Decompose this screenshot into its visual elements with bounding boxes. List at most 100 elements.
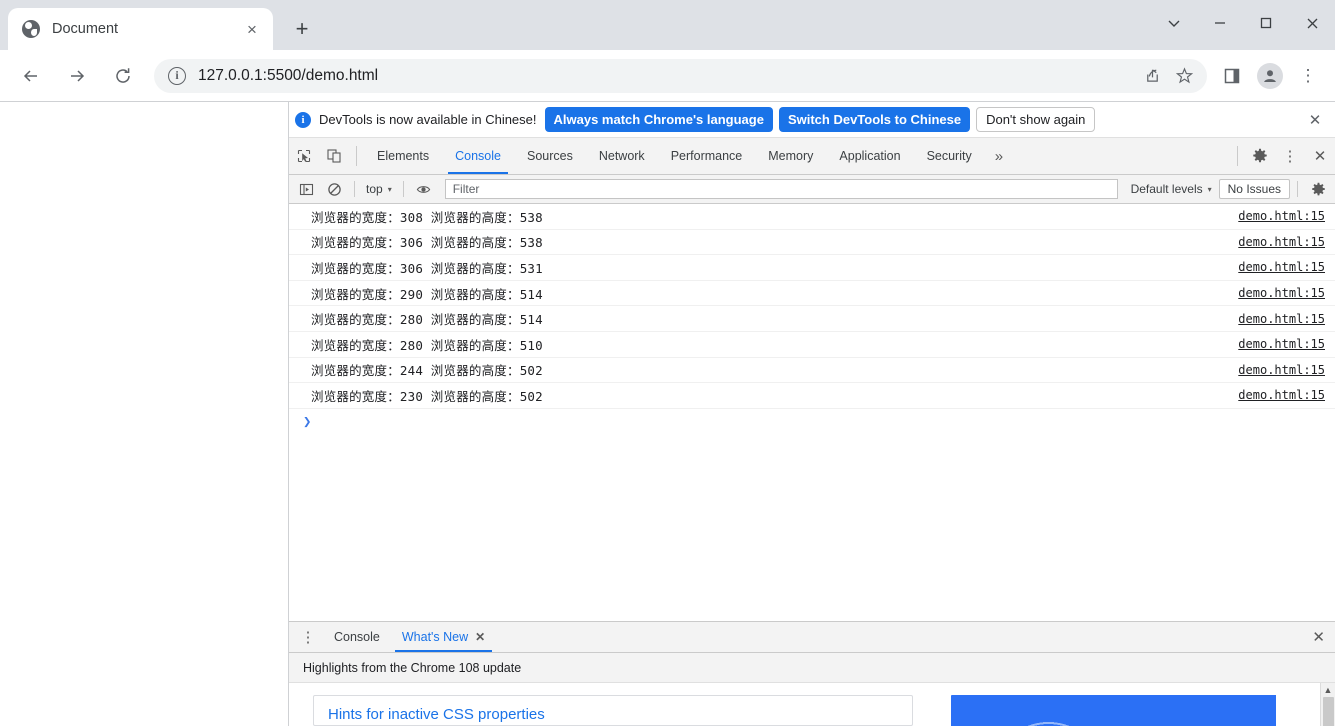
console-message[interactable]: 浏览器的宽度：308 浏览器的高度：538 demo.html:15 [289, 204, 1335, 230]
drawer-tab-bar: ⋮ Console What's New ✕ ✕ [289, 622, 1335, 653]
devtools-panel: i DevTools is now available in Chinese! … [289, 102, 1335, 726]
console-message-source[interactable]: demo.html:15 [1238, 312, 1325, 326]
console-prompt[interactable]: ❯ [289, 409, 1335, 435]
page-viewport [0, 102, 289, 726]
back-icon[interactable] [13, 58, 49, 94]
whats-new-card-title[interactable]: Hints for inactive CSS properties [328, 706, 898, 723]
console-message[interactable]: 浏览器的宽度：244 浏览器的高度：502 demo.html:15 [289, 358, 1335, 384]
console-message[interactable]: 浏览器的宽度：230 浏览器的高度：502 demo.html:15 [289, 383, 1335, 409]
whats-new-scrollbar[interactable]: ▲ ▼ [1320, 683, 1335, 726]
window-controls [1151, 0, 1335, 46]
switch-devtools-language-button[interactable]: Switch DevTools to Chinese [778, 107, 971, 132]
log-levels-selector[interactable]: Default levels ▾ [1126, 182, 1217, 196]
devtools-tab-bar: Elements Console Sources Network Perform… [289, 138, 1335, 175]
whats-new-content: Hints for inactive CSS properties ▲ ▼ [289, 683, 1335, 726]
divider [1237, 146, 1238, 166]
console-message-text: 浏览器的宽度：280 浏览器的高度：514 [311, 312, 543, 328]
tab-sources[interactable]: Sources [514, 138, 586, 174]
navigation-bar: i 127.0.0.1:5500/demo.html ⋮ [0, 50, 1335, 102]
tab-memory[interactable]: Memory [755, 138, 826, 174]
tab-elements[interactable]: Elements [364, 138, 442, 174]
console-message-source[interactable]: demo.html:15 [1238, 363, 1325, 377]
chevron-down-icon: ▾ [387, 184, 392, 194]
console-message[interactable]: 浏览器的宽度：280 浏览器的高度：514 demo.html:15 [289, 306, 1335, 332]
minimize-icon[interactable] [1197, 0, 1243, 46]
chevron-down-icon[interactable] [1151, 0, 1197, 46]
profile-avatar-icon[interactable] [1253, 59, 1287, 93]
close-banner-icon[interactable]: ✕ [1305, 111, 1325, 129]
console-message-source[interactable]: demo.html:15 [1238, 337, 1325, 351]
console-settings-gear-icon[interactable] [1305, 177, 1331, 201]
close-window-icon[interactable] [1289, 0, 1335, 46]
side-panel-icon[interactable] [1215, 59, 1249, 93]
console-message-text: 浏览器的宽度：308 浏览器的高度：538 [311, 209, 543, 225]
execution-context-selector[interactable]: top ▾ [362, 182, 396, 196]
whats-new-card[interactable]: Hints for inactive CSS properties [313, 695, 913, 726]
clear-console-icon[interactable] [321, 177, 347, 201]
scrollbar-thumb[interactable] [1322, 697, 1334, 726]
inspect-element-icon[interactable] [289, 138, 319, 174]
close-devtools-icon[interactable]: ✕ [1305, 138, 1335, 174]
always-match-language-button[interactable]: Always match Chrome's language [544, 107, 773, 132]
site-info-icon[interactable]: i [168, 66, 186, 85]
forward-icon[interactable] [59, 58, 95, 94]
info-icon: i [295, 111, 311, 128]
console-message-source[interactable]: demo.html:15 [1238, 209, 1325, 223]
console-message[interactable]: 浏览器的宽度：306 浏览器的高度：538 demo.html:15 [289, 230, 1335, 256]
star-icon[interactable] [1171, 63, 1197, 89]
console-message-text: 浏览器的宽度：230 浏览器的高度：502 [311, 388, 543, 404]
scroll-up-icon[interactable]: ▲ [1324, 683, 1333, 697]
gear-icon[interactable] [1245, 138, 1275, 174]
whats-new-heading: Highlights from the Chrome 108 update [289, 653, 1335, 683]
tab-network[interactable]: Network [586, 138, 658, 174]
console-message[interactable]: 浏览器的宽度：290 浏览器的高度：514 demo.html:15 [289, 281, 1335, 307]
reload-icon[interactable] [105, 58, 141, 94]
browser-menu-icon[interactable]: ⋮ [1291, 59, 1325, 93]
drawer-more-icon[interactable]: ⋮ [293, 622, 323, 652]
console-message-text: 浏览器的宽度：290 浏览器的高度：514 [311, 286, 543, 302]
issues-button[interactable]: No Issues [1218, 179, 1290, 199]
console-filter-input[interactable]: Filter [444, 179, 1118, 199]
share-icon[interactable] [1139, 63, 1165, 89]
console-message-text: 浏览器的宽度：280 浏览器的高度：510 [311, 337, 543, 353]
dont-show-again-button[interactable]: Don't show again [976, 107, 1096, 132]
console-message[interactable]: 浏览器的宽度：306 浏览器的高度：531 demo.html:15 [289, 255, 1335, 281]
drawer-tab-label: Console [334, 630, 380, 644]
url-text[interactable]: 127.0.0.1:5500/demo.html [198, 67, 1139, 85]
console-message-text: 浏览器的宽度：244 浏览器的高度：502 [311, 363, 543, 379]
console-message[interactable]: 浏览器的宽度：280 浏览器的高度：510 demo.html:15 [289, 332, 1335, 358]
console-message-source[interactable]: demo.html:15 [1238, 388, 1325, 402]
tab-performance[interactable]: Performance [658, 138, 756, 174]
tab-security[interactable]: Security [914, 138, 985, 174]
execution-context-label: top [366, 182, 383, 196]
divider [354, 181, 355, 197]
device-toolbar-icon[interactable] [319, 138, 349, 174]
browser-tab-document[interactable]: Document × [8, 8, 273, 50]
devtools-more-icon[interactable]: ⋮ [1275, 138, 1305, 174]
close-drawer-icon[interactable]: ✕ [1302, 622, 1335, 652]
close-icon[interactable]: × [241, 18, 263, 40]
drawer-tab-console[interactable]: Console [323, 622, 391, 652]
drawer-tab-whats-new[interactable]: What's New ✕ [391, 622, 496, 652]
console-message-source[interactable]: demo.html:15 [1238, 286, 1325, 300]
globe-icon [22, 20, 40, 38]
avatar [1257, 62, 1283, 89]
close-icon[interactable]: ✕ [475, 630, 485, 644]
address-bar[interactable]: i 127.0.0.1:5500/demo.html [154, 58, 1207, 93]
log-levels-label: Default levels [1130, 182, 1203, 196]
console-message-text: 浏览器的宽度：306 浏览器的高度：531 [311, 260, 543, 276]
drawer-tab-label: What's New [401, 630, 469, 644]
console-message-source[interactable]: demo.html:15 [1238, 235, 1325, 249]
whats-new-illustration [951, 695, 1276, 726]
tab-application[interactable]: Application [826, 138, 913, 174]
tab-title: Document [52, 21, 119, 37]
tab-console[interactable]: Console [442, 138, 514, 174]
console-sidebar-icon[interactable] [293, 177, 319, 201]
maximize-icon[interactable] [1243, 0, 1289, 46]
chevron-down-icon: ▾ [1207, 184, 1212, 194]
divider [1297, 181, 1298, 197]
more-tabs-icon[interactable]: » [985, 138, 1013, 174]
eye-icon[interactable] [411, 177, 437, 201]
new-tab-button[interactable]: + [287, 14, 317, 44]
console-message-source[interactable]: demo.html:15 [1238, 260, 1325, 274]
